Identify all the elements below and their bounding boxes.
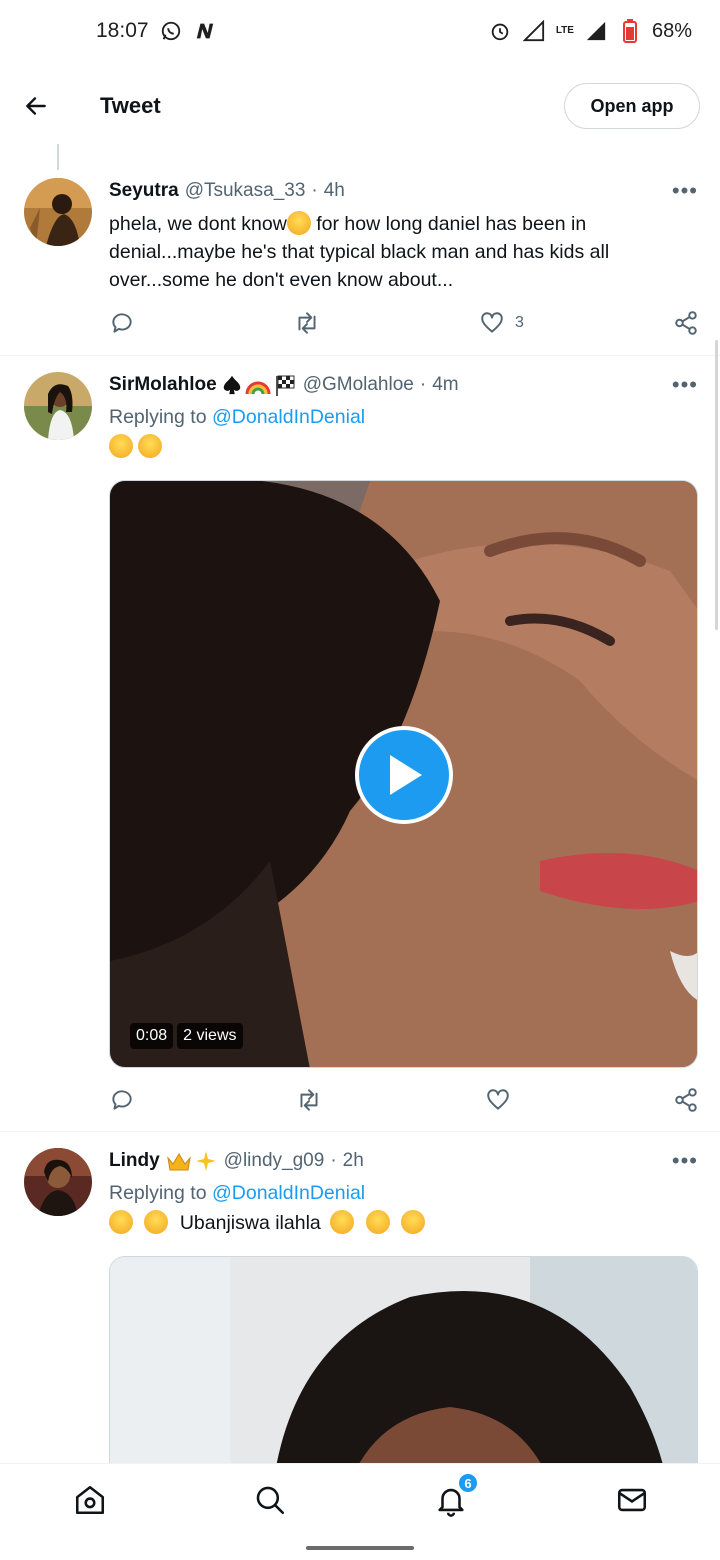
- nav-search[interactable]: [252, 1482, 288, 1518]
- like-button[interactable]: 3: [479, 310, 524, 336]
- tweet[interactable]: Seyutra @Tsukasa_33 · 4h ••• phela, we d…: [0, 170, 720, 356]
- signal-icon-2: [584, 19, 608, 43]
- video-player[interactable]: 0:08 2 views: [109, 480, 698, 1068]
- name-emojis: [221, 374, 297, 396]
- battery-percent: 68%: [651, 19, 692, 42]
- bottom-nav: 6: [0, 1463, 720, 1537]
- crown-icon: [166, 1153, 191, 1171]
- clapping-emoji-icon: [330, 1210, 355, 1234]
- laughing-emoji-icon: [109, 434, 133, 458]
- tweet-time[interactable]: 2h: [343, 1150, 364, 1172]
- more-options-icon[interactable]: •••: [672, 372, 698, 398]
- play-button[interactable]: [355, 726, 453, 824]
- video-duration: 0:08: [130, 1023, 174, 1049]
- retweet-icon: [300, 1089, 318, 1111]
- tweet-text: phela, we dont know for how long daniel …: [109, 210, 698, 294]
- heart-icon: [487, 1089, 509, 1110]
- share-button[interactable]: [673, 1087, 699, 1113]
- tweet-text-content: Ubanjiswa ilahla: [179, 1212, 321, 1234]
- thread-connector: [57, 144, 59, 170]
- reply-button[interactable]: [109, 1087, 135, 1113]
- battery-icon: [618, 19, 642, 43]
- laughing-emoji-icon: [401, 1210, 426, 1234]
- tweet[interactable]: SirMolahloe @GMolahloe · 4m ••• Replying…: [0, 356, 720, 1132]
- author-name[interactable]: SirMolahloe: [109, 374, 217, 396]
- author-handle[interactable]: @GMolahloe: [303, 374, 414, 396]
- back-button[interactable]: [18, 88, 54, 124]
- nav-home[interactable]: [72, 1482, 108, 1518]
- reply-icon: [112, 313, 132, 333]
- avatar[interactable]: [24, 372, 92, 440]
- avatar[interactable]: [24, 178, 92, 246]
- laughing-emoji-icon: [144, 1210, 169, 1234]
- tweet-time[interactable]: 4h: [324, 180, 345, 202]
- checkered-flag-icon: [275, 375, 295, 396]
- home-icon: [75, 1485, 105, 1515]
- video-badges: 0:08 2 views: [130, 1023, 243, 1049]
- image-attachment[interactable]: [109, 1256, 698, 1463]
- nav-messages[interactable]: [614, 1482, 650, 1518]
- separator-dot: ·: [311, 180, 318, 201]
- search-icon: [256, 1486, 285, 1515]
- news-app-icon: [193, 19, 217, 43]
- author-name[interactable]: Lindy: [109, 1150, 160, 1172]
- open-app-button[interactable]: Open app: [564, 83, 700, 129]
- replying-to-link[interactable]: @DonaldInDenial: [212, 406, 365, 428]
- status-bar: 18:07 LTE 68%: [0, 0, 720, 62]
- home-indicator[interactable]: [306, 1546, 414, 1550]
- alarm-icon: [488, 19, 512, 43]
- like-count: 3: [515, 314, 524, 331]
- laughing-emoji-icon: [109, 1210, 133, 1234]
- retweet-icon: [298, 312, 316, 334]
- notification-badge: 6: [457, 1472, 479, 1494]
- tweet[interactable]: Lindy @lindy_g09 · 2h ••• Replying to @D…: [0, 1132, 720, 1463]
- tweet-text: Ubanjiswa ilahla: [109, 1209, 698, 1237]
- tweet-time[interactable]: 4m: [432, 374, 458, 396]
- spade-icon: [223, 375, 240, 395]
- photo: [110, 1257, 697, 1463]
- more-options-icon[interactable]: •••: [672, 1148, 698, 1174]
- whatsapp-icon: [159, 19, 183, 43]
- share-icon: [675, 1088, 697, 1112]
- name-emojis: [166, 1149, 218, 1173]
- replying-prefix: Replying to: [109, 406, 207, 428]
- signal-icon: [522, 19, 546, 43]
- retweet-button[interactable]: [293, 310, 321, 336]
- smirk-emoji-icon: [286, 211, 311, 235]
- mail-icon: [617, 1488, 647, 1512]
- nav-notifications[interactable]: 6: [433, 1472, 479, 1518]
- arrow-left-icon: [26, 97, 46, 115]
- sparkles-icon: [195, 1151, 216, 1171]
- tweet-emojis: [109, 433, 698, 461]
- avatar[interactable]: [24, 1148, 92, 1216]
- heart-icon: [481, 312, 503, 333]
- scrollbar[interactable]: [715, 340, 718, 630]
- video-views: 2 views: [177, 1023, 243, 1049]
- replying-to-link[interactable]: @DonaldInDenial: [212, 1182, 365, 1204]
- clock: 18:07: [96, 19, 149, 42]
- laughing-emoji-icon: [138, 434, 163, 458]
- author-name[interactable]: Seyutra: [109, 180, 179, 202]
- reply-icon: [112, 1090, 132, 1110]
- laughing-emoji-icon: [365, 1210, 390, 1234]
- share-button[interactable]: [673, 310, 699, 336]
- play-icon: [390, 755, 422, 795]
- replying-to: Replying to @DonaldInDenial: [109, 406, 698, 429]
- tweet-text-part: phela, we dont know: [109, 213, 287, 235]
- rainbow-icon: [245, 381, 271, 395]
- separator-dot: ·: [330, 1150, 337, 1171]
- replying-to: Replying to @DonaldInDenial: [109, 1182, 698, 1205]
- reply-button[interactable]: [109, 310, 135, 336]
- author-handle[interactable]: @lindy_g09: [224, 1150, 325, 1172]
- more-options-icon[interactable]: •••: [672, 178, 698, 204]
- network-type: LTE: [555, 25, 574, 36]
- retweet-button[interactable]: [295, 1087, 323, 1113]
- top-header: Tweet Open app: [0, 70, 720, 142]
- author-handle[interactable]: @Tsukasa_33: [185, 180, 306, 202]
- like-button[interactable]: [485, 1087, 511, 1113]
- replying-prefix: Replying to: [109, 1182, 207, 1204]
- share-icon: [675, 311, 697, 335]
- separator-dot: ·: [419, 374, 427, 395]
- page-title: Tweet: [100, 93, 161, 118]
